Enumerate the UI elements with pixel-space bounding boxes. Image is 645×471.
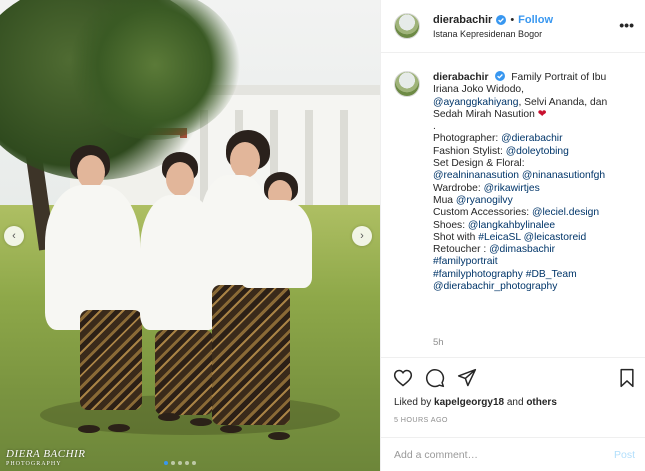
heart-emoji-icon: ❤ xyxy=(537,108,547,120)
header-user-line: dierabachir • Follow xyxy=(433,14,553,26)
likes-others[interactable]: others xyxy=(526,397,557,408)
caption-label: Custom Accessories: xyxy=(433,207,532,219)
share-icon[interactable] xyxy=(457,368,477,388)
likes-prefix: Liked by xyxy=(394,397,435,408)
header-separator: • xyxy=(510,14,515,26)
caption-mention[interactable]: @dierabachir xyxy=(501,133,562,144)
post-photo[interactable]: DIERA BACHIR PHOTOGRAPHY ‹ › xyxy=(0,0,380,471)
caption-mention[interactable]: @leciel.design xyxy=(532,207,599,218)
caption-mention[interactable]: @rikawirtjes xyxy=(484,183,540,194)
bookmark-icon[interactable] xyxy=(617,368,637,388)
caption-age[interactable]: 5h xyxy=(433,337,444,348)
caption-mention[interactable]: @dierabachir_photography xyxy=(433,281,557,292)
caption-label: Photographer: xyxy=(433,133,502,145)
follow-button[interactable]: Follow xyxy=(518,14,553,26)
likes-summary[interactable]: Liked by kapelgeorgy18 and others xyxy=(394,397,557,408)
caption-username[interactable]: dierabachir xyxy=(433,72,489,83)
chevron-right-icon: › xyxy=(360,230,364,242)
caption-mention[interactable]: @ninanasutionfgh xyxy=(522,170,605,181)
verified-badge-icon xyxy=(495,71,506,81)
verified-badge-icon xyxy=(496,15,507,25)
post-timestamp[interactable]: 5 HOURS AGO xyxy=(394,415,448,424)
carousel-dot xyxy=(178,461,182,465)
carousel-dot xyxy=(171,461,175,465)
photo-watermark: DIERA BACHIR PHOTOGRAPHY xyxy=(6,449,85,469)
post-location[interactable]: Istana Kepresidenan Bogor xyxy=(433,29,542,39)
carousel-indicator xyxy=(164,461,196,465)
chevron-left-icon: ‹ xyxy=(12,230,16,242)
comment-composer: Post xyxy=(381,437,645,471)
likes-user[interactable]: kapelgeorgy18 xyxy=(434,397,504,408)
carousel-prev-button[interactable]: ‹ xyxy=(4,226,24,246)
post-header: dierabachir • Follow Istana Kepresidenan… xyxy=(381,0,645,53)
caption-label: Wardrobe: xyxy=(433,182,484,194)
carousel-dot xyxy=(185,461,189,465)
photo-column xyxy=(340,110,348,210)
caption-hashtag[interactable]: #DB_Team xyxy=(526,269,577,280)
comment-icon[interactable] xyxy=(425,368,445,388)
caption-dot: . xyxy=(433,121,436,133)
carousel-dot xyxy=(164,461,168,465)
caption-mention[interactable]: @realninanasution xyxy=(433,170,519,181)
caption-mention[interactable]: @doleytobing xyxy=(506,146,569,157)
avatar[interactable] xyxy=(394,71,420,97)
comments-area[interactable]: dierabachir Family Portrait of Ibu Irian… xyxy=(381,54,645,356)
post-caption: dierabachir Family Portrait of Ibu Irian… xyxy=(433,71,633,293)
caption-mention[interactable]: @dimasbachir xyxy=(489,244,555,255)
caption-hashtag[interactable]: #familyportrait xyxy=(433,256,498,267)
post-comment-button[interactable]: Post xyxy=(614,449,635,461)
avatar[interactable] xyxy=(394,13,420,39)
likes-and: and xyxy=(504,397,527,408)
carousel-dot xyxy=(192,461,196,465)
post-side-panel: dierabachir • Follow Istana Kepresidenan… xyxy=(380,0,645,471)
caption-mention[interactable]: @langkahbylinalee xyxy=(468,220,555,231)
photo-column xyxy=(305,110,313,210)
header-username[interactable]: dierabachir xyxy=(433,14,492,26)
caption-label: Shoes: xyxy=(433,219,468,231)
caption-label: Set Design & Floral: xyxy=(433,158,525,170)
caption-mention[interactable]: @leicastoreid xyxy=(524,232,587,243)
carousel-next-button[interactable]: › xyxy=(352,226,372,246)
heart-outline-icon[interactable] xyxy=(393,368,413,388)
post-actions: Liked by kapelgeorgy18 and others 5 HOUR… xyxy=(381,357,645,437)
caption-label: Mua xyxy=(433,194,456,206)
caption-mention[interactable]: @ayanggkahiyang xyxy=(433,97,518,108)
caption-hashtag[interactable]: #LeicaSL xyxy=(478,232,521,243)
more-options-icon[interactable]: ••• xyxy=(619,17,634,33)
caption-label: Shot with xyxy=(433,231,479,243)
watermark-subtitle: PHOTOGRAPHY xyxy=(6,461,62,467)
caption-label: Retoucher : xyxy=(433,244,490,256)
caption-label: Fashion Stylist: xyxy=(433,145,506,157)
caption-hashtag[interactable]: #familyphotography xyxy=(433,269,523,280)
caption-mention[interactable]: @ryanogilvy xyxy=(456,195,513,206)
comment-input[interactable] xyxy=(394,446,594,464)
